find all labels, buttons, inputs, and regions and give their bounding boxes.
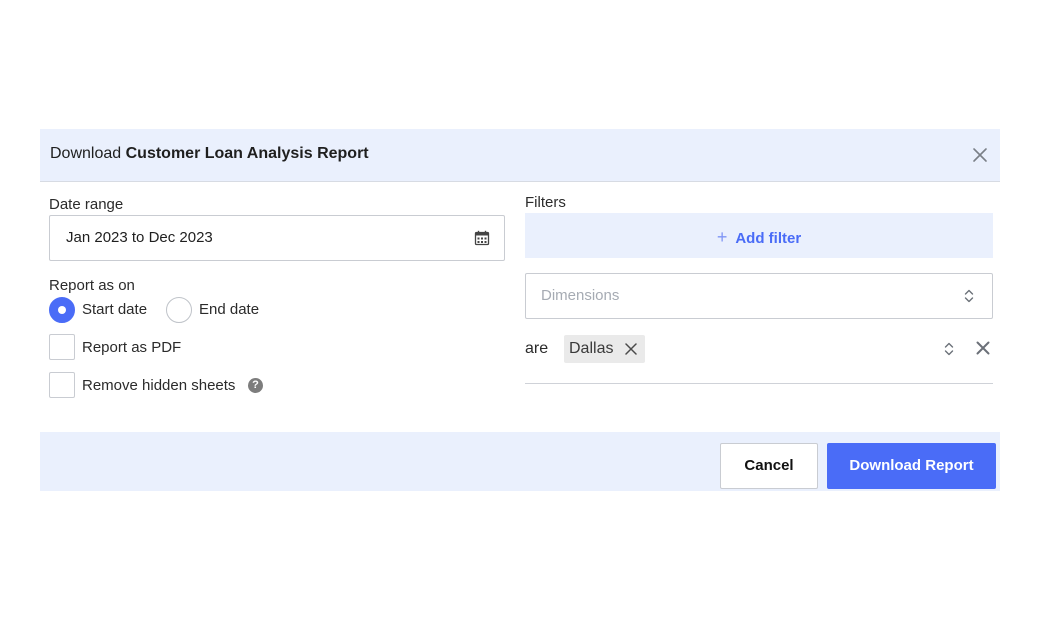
date-range-field[interactable]: Jan 2023 to Dec 2023 (49, 215, 505, 261)
download-report-button[interactable]: Download Report (827, 443, 996, 489)
filter-value-chip: Dallas (564, 335, 645, 363)
close-icon[interactable] (970, 145, 990, 165)
remove-hidden-sheets-checkbox[interactable] (49, 372, 75, 398)
calendar-icon[interactable] (474, 230, 490, 246)
chip-label: Dallas (569, 340, 614, 357)
remove-chip-icon[interactable] (624, 342, 638, 356)
remove-filter-icon[interactable] (976, 341, 990, 355)
start-date-label: Start date (82, 301, 148, 318)
report-as-pdf-checkbox[interactable] (49, 334, 75, 360)
filter-chevron-updown-icon[interactable] (944, 341, 954, 357)
add-filter-button[interactable]: + Add filter (525, 213, 993, 258)
start-date-radio[interactable] (49, 297, 75, 323)
report-as-on-label: Report as on (49, 277, 135, 294)
dimensions-placeholder: Dimensions (541, 287, 620, 304)
filters-label: Filters (525, 194, 566, 211)
date-range-label: Date range (49, 196, 124, 213)
date-range-value: Jan 2023 to Dec 2023 (66, 229, 213, 246)
plus-icon: + (716, 227, 728, 247)
dialog-footer: Cancel Download Report (40, 432, 1000, 491)
end-date-radio[interactable] (166, 297, 192, 323)
dialog-header: Download Customer Loan Analysis Report (40, 129, 1000, 182)
remove-hidden-sheets-label: Remove hidden sheets (82, 377, 236, 394)
add-filter-label: Add filter (735, 230, 802, 247)
dialog-title-prefix: Download (50, 145, 122, 162)
dimensions-select[interactable]: Dimensions (525, 273, 993, 319)
cancel-button[interactable]: Cancel (720, 443, 818, 489)
help-icon[interactable]: ? (248, 378, 263, 393)
dialog-title: Download Customer Loan Analysis Report (50, 145, 369, 163)
filter-row-divider (525, 383, 993, 384)
download-report-dialog: Download Customer Loan Analysis Report D… (40, 129, 1000, 491)
report-name: Customer Loan Analysis Report (125, 145, 369, 162)
report-as-pdf-label: Report as PDF (82, 339, 182, 356)
end-date-label: End date (199, 301, 260, 318)
chevron-updown-icon (964, 288, 974, 304)
filter-operator: are (525, 340, 549, 357)
